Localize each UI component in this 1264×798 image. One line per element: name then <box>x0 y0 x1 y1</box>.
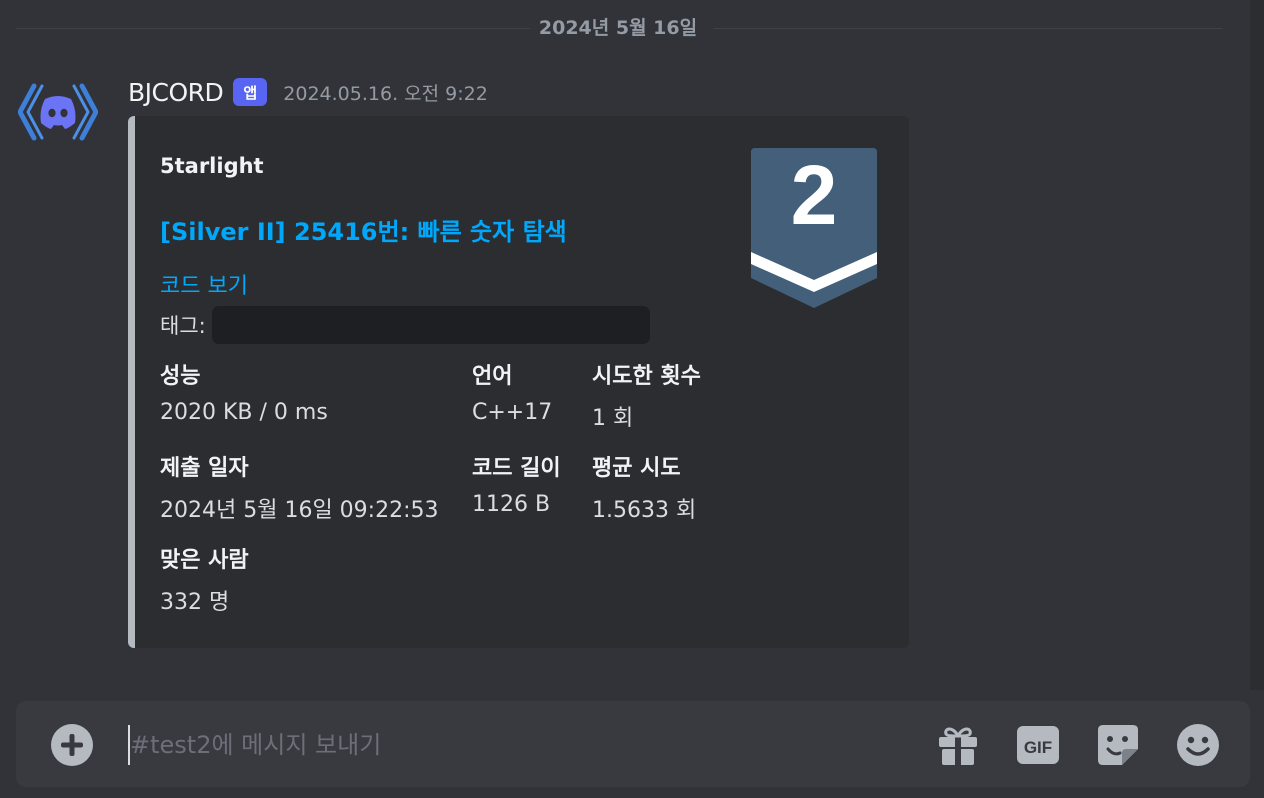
divider-line-left <box>16 28 530 29</box>
submission-embed: 5tarlight [Silver II] 25416번: 빠른 숫자 탐색 코… <box>128 116 909 648</box>
upload-button[interactable] <box>50 723 94 767</box>
emoji-icon <box>1177 724 1219 766</box>
embed-author: 5tarlight <box>160 154 264 178</box>
field-name: 성능 <box>160 364 201 389</box>
field-value: 332 명 <box>160 590 230 615</box>
field-name: 시도한 횟수 <box>592 364 701 389</box>
field-name: 제출 일자 <box>160 456 249 481</box>
tags-label: 태그: <box>160 314 206 338</box>
gift-icon <box>939 727 977 765</box>
emoji-button[interactable] <box>1176 723 1220 767</box>
app-badge: 앱 <box>233 78 268 106</box>
field-code-length: 코드 길이 1126 B <box>472 450 561 517</box>
field-name: 코드 길이 <box>472 456 561 481</box>
gif-button[interactable]: GIF <box>1016 723 1060 767</box>
scrollbar-track[interactable] <box>1250 0 1264 690</box>
message-timestamp[interactable]: 2024.05.16. 오전 9:22 <box>283 79 488 106</box>
divider-line-right <box>714 28 1222 29</box>
tier-badge-thumbnail[interactable]: 2 <box>751 148 877 308</box>
bot-avatar[interactable] <box>17 82 99 142</box>
field-value: 2020 KB / 0 ms <box>160 400 328 425</box>
field-name: 맞은 사람 <box>160 548 249 573</box>
field-value: 1.5633 회 <box>592 498 697 523</box>
message-input[interactable] <box>128 720 912 770</box>
field-value: 2024년 5월 16일 09:22:53 <box>160 498 439 523</box>
field-language: 언어 C++17 <box>472 358 552 425</box>
field-attempts: 시도한 횟수 1 회 <box>592 358 701 432</box>
tier-number: 2 <box>791 148 838 242</box>
field-name: 언어 <box>472 364 513 389</box>
message-username[interactable]: BJCORD <box>128 78 224 107</box>
sticker-icon <box>1098 725 1138 765</box>
gift-button[interactable] <box>936 723 980 767</box>
message-header: BJCORD 앱 2024.05.16. 오전 9:22 <box>128 72 488 112</box>
field-value: 1126 B <box>472 492 551 517</box>
view-code-link[interactable]: 코드 보기 <box>160 268 248 300</box>
field-value: C++17 <box>472 400 553 425</box>
field-performance: 성능 2020 KB / 0 ms <box>160 358 328 425</box>
field-name: 평균 시도 <box>592 456 681 481</box>
gif-label: GIF <box>1024 738 1052 757</box>
field-average-attempts: 평균 시도 1.5633 회 <box>592 450 696 524</box>
plus-circle-icon <box>51 724 93 766</box>
tags-spoiler[interactable] <box>211 306 650 344</box>
embed-title-link[interactable]: [Silver II] 25416번: 빠른 숫자 탐색 <box>160 212 567 247</box>
tags-line: 태그: <box>160 306 650 344</box>
sticker-button[interactable] <box>1096 723 1140 767</box>
field-value: 1 회 <box>592 406 634 431</box>
gif-icon: GIF <box>1017 726 1059 764</box>
field-submitted-at: 제출 일자 2024년 5월 16일 09:22:53 <box>160 450 439 524</box>
message-composer: GIF <box>16 701 1250 787</box>
silver-tier-badge-icon: 2 <box>751 148 877 308</box>
discord-logo-icon <box>17 83 99 141</box>
field-solved-count: 맞은 사람 332 명 <box>160 542 249 616</box>
date-divider-label: 2024년 5월 16일 <box>538 17 698 39</box>
date-divider: 2024년 5월 16일 <box>16 16 1222 40</box>
